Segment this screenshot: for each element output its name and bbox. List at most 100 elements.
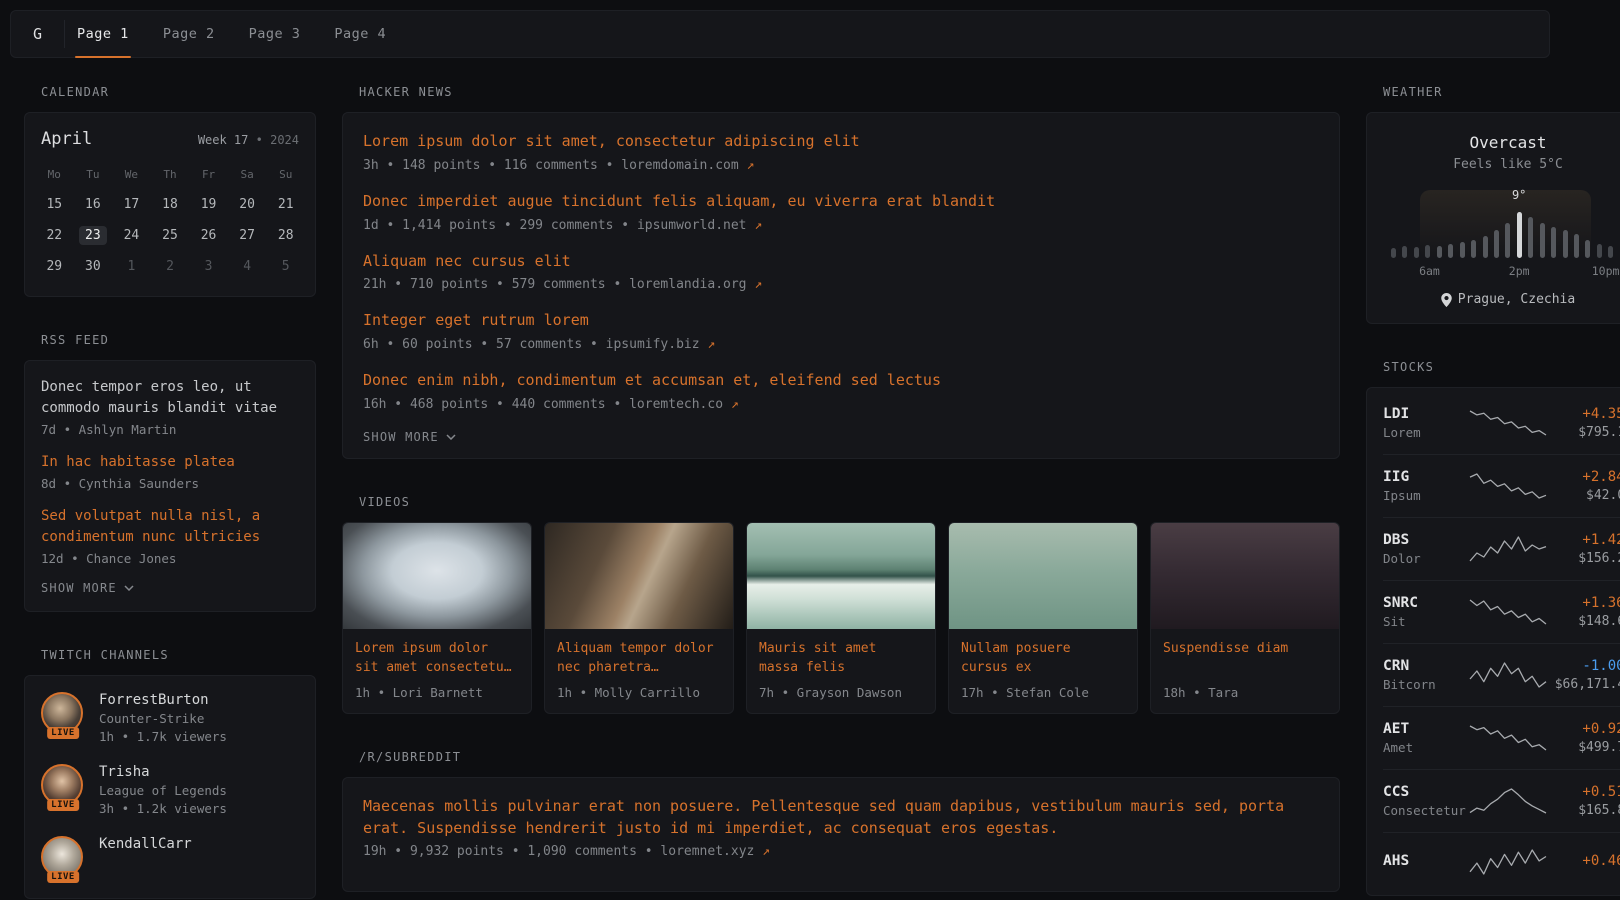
story-title-link[interactable]: Lorem ipsum dolor sit amet, consectetur …: [363, 131, 1319, 153]
nav-tab[interactable]: Page 4: [332, 11, 388, 57]
weather-feels-like: Feels like 5°C: [1383, 157, 1620, 172]
dashboard-page: G Page 1 Page 2 Page 3 Page 4 CALENDAR A…: [10, 10, 1550, 899]
nav-tab[interactable]: Page 3: [247, 11, 303, 57]
video-card[interactable]: Nullam posuere cursus ex 17h • Stefan Co…: [948, 522, 1138, 714]
video-card[interactable]: Lorem ipsum dolor sit amet consectetu… 1…: [342, 522, 532, 714]
app-logo[interactable]: G: [33, 20, 65, 48]
story-title-link[interactable]: Aliquam nec cursus elit: [363, 251, 1319, 273]
stock-left: IIG Ipsum: [1383, 469, 1469, 503]
weather-time-axis: 6am 2pm 10pm: [1389, 264, 1620, 278]
right-column: WEATHER Overcast Feels like 5°C 9° 6am 2…: [1366, 85, 1620, 896]
calendar-day: 18: [151, 189, 190, 220]
video-thumbnail: [343, 523, 531, 629]
video-body: Suspendisse diam 18h • Tara: [1151, 629, 1339, 713]
hackernews-show-more-label: SHOW MORE: [363, 430, 439, 444]
stock-row[interactable]: CRN Bitcorn -1.00% $66,171.48: [1383, 644, 1620, 707]
video-title-link[interactable]: Aliquam tempor dolor nec pharetra…: [557, 639, 721, 678]
stock-name: Consectetur: [1383, 803, 1469, 818]
stock-row[interactable]: AHS +0.46%: [1383, 833, 1620, 891]
story-meta: 1d • 1,414 points • 299 comments • ipsum…: [363, 218, 1319, 233]
weather-hourly-chart: 9° 6am 2pm 10pm: [1389, 190, 1620, 278]
story-title-link[interactable]: Maecenas mollis pulvinar erat non posuer…: [363, 796, 1319, 840]
calendar-day: 15: [35, 189, 74, 220]
stock-symbol: IIG: [1383, 469, 1469, 485]
twitch-channel-info: KendallCarr: [99, 836, 192, 855]
story-meta: 6h • 60 points • 57 comments • ipsumify.…: [363, 337, 1319, 352]
weather-hour-bar: [1391, 248, 1396, 258]
stock-row[interactable]: DBS Dolor +1.42% $156.28: [1383, 518, 1620, 581]
video-card[interactable]: Suspendisse diam 18h • Tara: [1150, 522, 1340, 714]
rss-card: Donec tempor eros leo, ut commodo mauris…: [24, 360, 316, 612]
video-card[interactable]: Mauris sit amet massa felis 7h • Grayson…: [746, 522, 936, 714]
rss-item-link[interactable]: Donec tempor eros leo, ut commodo mauris…: [41, 377, 299, 419]
story-meta-text: 6h • 60 points • 57 comments •: [363, 337, 606, 352]
story-domain-link[interactable]: loremdomain.com ↗: [621, 158, 754, 173]
story-title-link[interactable]: Integer eget rutrum lorem: [363, 310, 1319, 332]
stock-sparkline: [1469, 534, 1547, 564]
stock-row[interactable]: CCS Consectetur +0.51% $165.84: [1383, 770, 1620, 833]
stock-row[interactable]: IIG Ipsum +2.84% $42.04: [1383, 455, 1620, 518]
story-title-link[interactable]: Donec imperdiet augue tincidunt felis al…: [363, 191, 1319, 213]
calendar-day-header: Th: [151, 159, 190, 189]
stock-symbol: AHS: [1383, 853, 1469, 869]
stock-left: CCS Consectetur: [1383, 784, 1469, 818]
weather-peak-temp: 9°: [1512, 188, 1526, 202]
story-domain-link[interactable]: loremlandia.org ↗: [629, 277, 762, 292]
videos-widget: VIDEOS Lorem ipsum dolor sit amet consec…: [342, 495, 1340, 714]
twitch-channel-info: Trisha League of Legends 3h • 1.2k viewe…: [99, 764, 227, 816]
story-domain-link[interactable]: loremtech.co ↗: [629, 397, 739, 412]
twitch-channel-row[interactable]: LIVE ForrestBurton Counter-Strike 1h • 1…: [41, 692, 299, 744]
calendar-day: 25: [151, 220, 190, 251]
rss-list: Donec tempor eros leo, ut commodo mauris…: [41, 377, 299, 566]
calendar-week-label: Week 17: [198, 133, 249, 147]
video-title-link[interactable]: Nullam posuere cursus ex: [961, 639, 1125, 678]
stock-row[interactable]: AET Amet +0.92% $499.72: [1383, 707, 1620, 770]
rss-item: Sed volutpat nulla nisl, a condimentum n…: [41, 506, 299, 566]
video-title-link[interactable]: Mauris sit amet massa felis: [759, 639, 923, 678]
nav-tab[interactable]: Page 1: [75, 11, 131, 57]
hackernews-show-more-button[interactable]: SHOW MORE: [363, 430, 456, 444]
twitch-channel-meta: 1h • 1.7k viewers: [99, 729, 227, 744]
twitch-channel-row[interactable]: LIVE Trisha League of Legends 3h • 1.2k …: [41, 764, 299, 816]
story-domain-link[interactable]: ipsumworld.net ↗: [637, 218, 762, 233]
video-meta: 1h • Molly Carrillo: [557, 685, 721, 700]
video-card[interactable]: Aliquam tempor dolor nec pharetra… 1h • …: [544, 522, 734, 714]
story-domain-link[interactable]: ipsumify.biz ↗: [606, 337, 716, 352]
weather-time-label: 6am: [1419, 264, 1440, 278]
stock-name: Amet: [1383, 740, 1469, 755]
calendar-day: 21: [266, 189, 305, 220]
stock-name: Ipsum: [1383, 488, 1469, 503]
stock-right: +2.84% $42.04: [1547, 469, 1620, 503]
stock-price: $499.72: [1547, 740, 1620, 755]
story-title-link[interactable]: Donec enim nibh, condimentum et accumsan…: [363, 370, 1319, 392]
weather-condition: Overcast: [1383, 133, 1620, 152]
twitch-channel-info: ForrestBurton Counter-Strike 1h • 1.7k v…: [99, 692, 227, 744]
stock-change: +4.35%: [1547, 406, 1620, 422]
stock-symbol: LDI: [1383, 406, 1469, 422]
twitch-channel-game: Counter-Strike: [99, 711, 227, 726]
weather-hour-bar: [1585, 240, 1590, 258]
twitch-channel-row[interactable]: LIVE KendallCarr: [41, 836, 299, 878]
calendar-section-title: CALENDAR: [41, 85, 316, 99]
twitch-channel-name: KendallCarr: [99, 836, 192, 852]
calendar-day: 20: [228, 189, 267, 220]
video-title-link[interactable]: Suspendisse diam: [1163, 639, 1327, 678]
video-title-link[interactable]: Lorem ipsum dolor sit amet consectetu…: [355, 639, 519, 678]
external-link-icon: ↗: [747, 158, 755, 173]
weather-hour-bar: [1563, 230, 1568, 258]
subreddit-widget: /R/SUBREDDIT Maecenas mollis pulvinar er…: [342, 750, 1340, 893]
rss-item-link[interactable]: Sed volutpat nulla nisl, a condimentum n…: [41, 506, 299, 548]
stock-left: SNRC Sit: [1383, 595, 1469, 629]
stock-left: CRN Bitcorn: [1383, 658, 1469, 692]
story-meta: 19h • 9,932 points • 1,090 comments • lo…: [363, 844, 1319, 859]
rss-item-link[interactable]: In hac habitasse platea: [41, 452, 299, 473]
rss-show-more-button[interactable]: SHOW MORE: [41, 581, 134, 595]
stock-price: $795.18: [1547, 425, 1620, 440]
videos-row: Lorem ipsum dolor sit amet consectetu… 1…: [342, 522, 1340, 714]
story-domain-link[interactable]: loremnet.xyz ↗: [660, 844, 770, 859]
stock-row[interactable]: SNRC Sit +1.36% $148.64: [1383, 581, 1620, 644]
stock-left: DBS Dolor: [1383, 532, 1469, 566]
nav-tab[interactable]: Page 2: [161, 11, 217, 57]
stock-row[interactable]: LDI Lorem +4.35% $795.18: [1383, 392, 1620, 455]
calendar-grid: MoTuWeThFrSaSu15161718192021222324252627…: [25, 157, 315, 296]
